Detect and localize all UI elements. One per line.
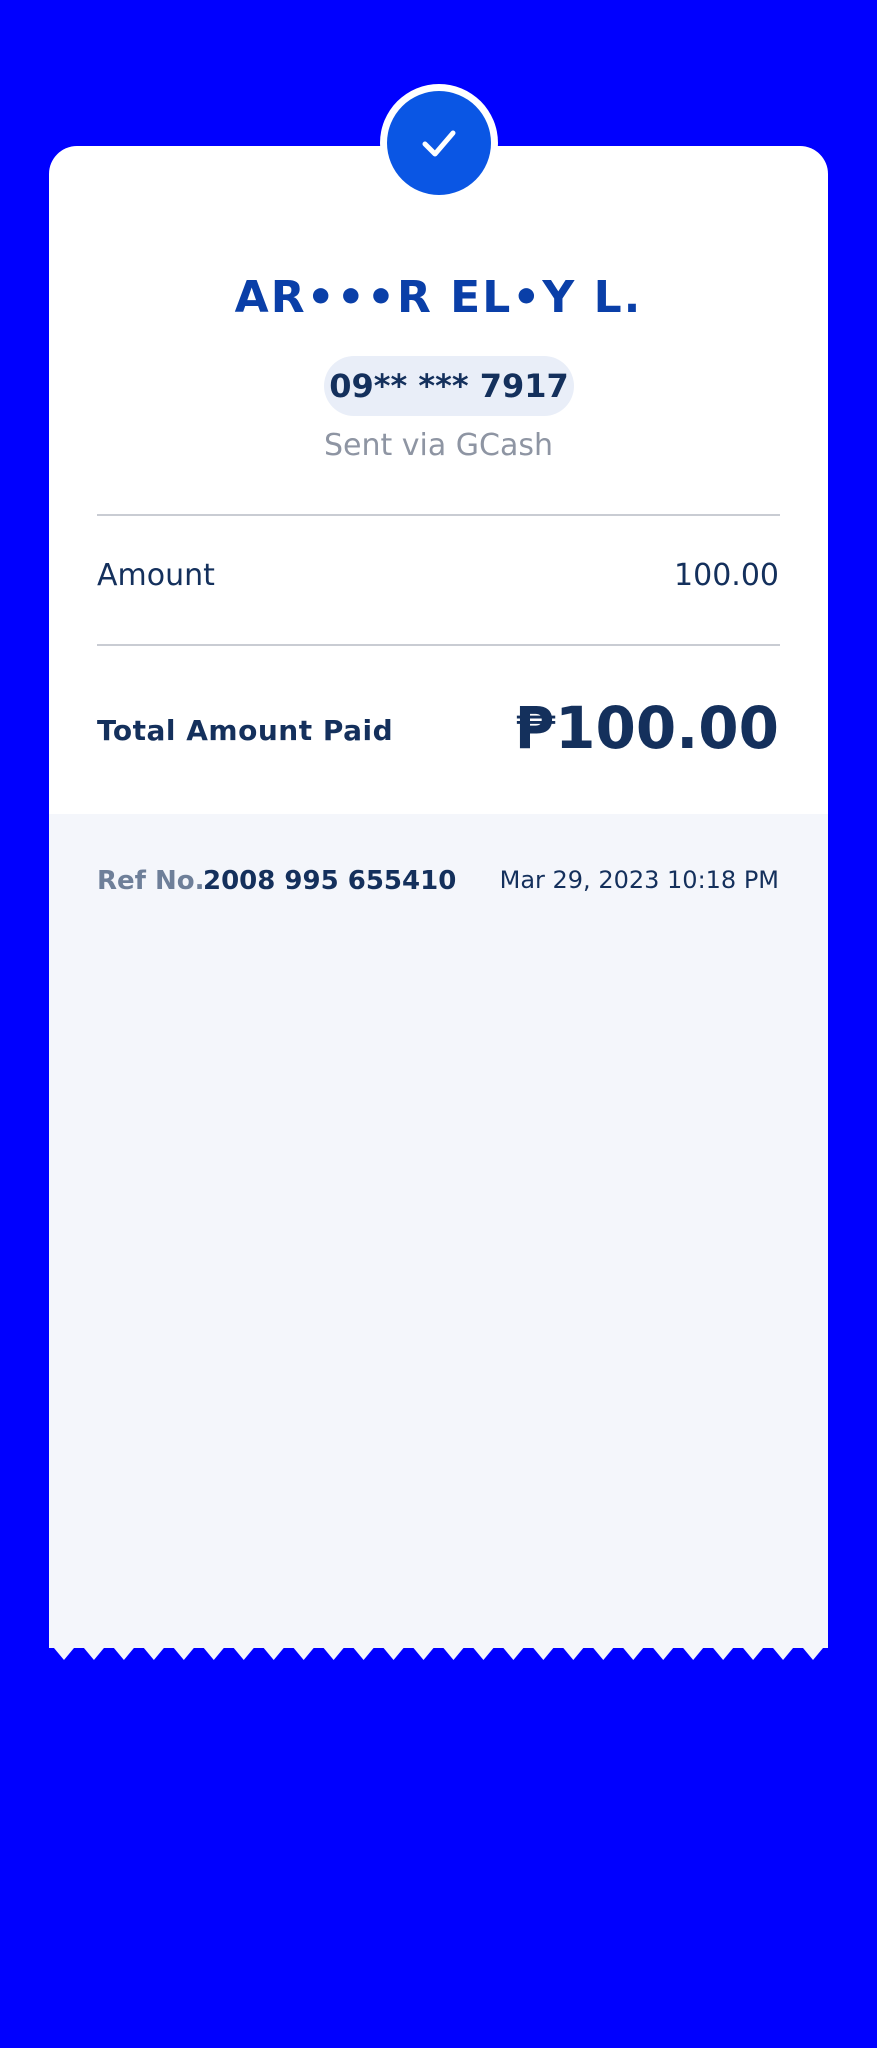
amount-label: Amount: [97, 558, 215, 593]
receipt-footer-area: [49, 814, 828, 1648]
receipt-torn-edge: [49, 1642, 828, 1660]
success-badge: [380, 84, 498, 202]
ref-number-label: Ref No.: [97, 866, 205, 896]
check-icon: [387, 91, 491, 195]
divider: [97, 644, 780, 646]
recipient-phone: 09** *** 7917: [324, 356, 574, 416]
ref-number-value: 2008 995 655410: [203, 866, 457, 896]
total-amount-label: Total Amount Paid: [97, 714, 394, 747]
amount-value: 100.00: [674, 558, 779, 593]
recipient-name: AR•••R EL•Y L.: [234, 272, 643, 323]
sent-via-label: Sent via GCash: [323, 428, 554, 463]
divider: [97, 514, 780, 516]
total-amount-value: ₱100.00: [514, 694, 779, 762]
transaction-datetime: Mar 29, 2023 10:18 PM: [499, 866, 779, 894]
